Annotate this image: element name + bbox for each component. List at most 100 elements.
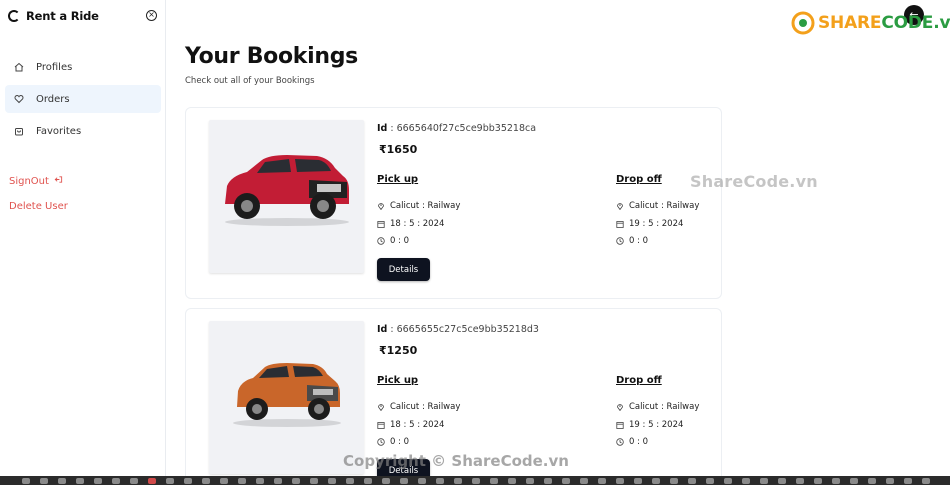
taskbar-dock: [0, 476, 950, 485]
dock-app-icon[interactable]: [760, 478, 768, 484]
sidebar-item-favorites[interactable]: Favorites: [5, 117, 161, 145]
page-title: Your Bookings: [185, 44, 358, 69]
booking-id: Id : 6665640f27c5ce9bb35218ca: [377, 123, 537, 134]
dock-app-icon[interactable]: [94, 478, 102, 484]
dock-app-icon[interactable]: [76, 478, 84, 484]
dock-app-icon[interactable]: [868, 478, 876, 484]
dock-app-icon[interactable]: [796, 478, 804, 484]
pickup-time-text: 0 : 0: [390, 236, 410, 246]
sidebar-nav: Profiles Orders Favorites: [5, 53, 161, 149]
dropoff-date-text: 19 : 5 : 2024: [629, 420, 684, 430]
calendar-icon: [377, 220, 385, 228]
clock-icon: [377, 438, 385, 446]
dock-app-icon[interactable]: [346, 478, 354, 484]
booking-price: ₹1250: [379, 344, 417, 357]
location-pin-icon: [616, 403, 624, 411]
dock-app-icon[interactable]: [904, 478, 912, 484]
dock-app-icon[interactable]: [166, 478, 174, 484]
delete-user-link[interactable]: Delete User: [9, 201, 68, 212]
signout-label: SignOut: [9, 175, 49, 187]
dock-app-icon[interactable]: [148, 478, 156, 484]
dock-app-icon[interactable]: [40, 478, 48, 484]
dock-app-icon[interactable]: [238, 478, 246, 484]
watermark-center: ShareCode.vn: [690, 172, 818, 191]
sidebar-item-orders[interactable]: Orders: [5, 85, 161, 113]
dock-app-icon[interactable]: [400, 478, 408, 484]
dock-app-icon[interactable]: [328, 478, 336, 484]
dock-app-icon[interactable]: [778, 478, 786, 484]
sidebar-item-profiles[interactable]: Profiles: [5, 53, 161, 81]
dock-app-icon[interactable]: [22, 478, 30, 484]
dock-app-icon[interactable]: [922, 478, 930, 484]
dock-app-icon[interactable]: [454, 478, 462, 484]
dock-app-icon[interactable]: [886, 478, 894, 484]
dock-app-icon[interactable]: [670, 478, 678, 484]
sidebar: Rent a Ride × Profiles Orders Favorites …: [0, 0, 166, 485]
dock-app-icon[interactable]: [508, 478, 516, 484]
dock-app-icon[interactable]: [706, 478, 714, 484]
dock-app-icon[interactable]: [616, 478, 624, 484]
signout-link[interactable]: SignOut: [9, 175, 63, 187]
calendar-icon: [377, 421, 385, 429]
dock-app-icon[interactable]: [652, 478, 660, 484]
dock-app-icon[interactable]: [544, 478, 552, 484]
id-value: 6665640f27c5ce9bb35218ca: [396, 123, 537, 134]
dock-app-icon[interactable]: [292, 478, 300, 484]
sidebar-item-label: Orders: [36, 93, 70, 105]
pickup-time: 0 : 0: [377, 236, 409, 246]
pickup-heading: Pick up: [377, 174, 419, 185]
main-content: Your Bookings Check out all of your Book…: [166, 0, 950, 485]
pickup-date-text: 18 : 5 : 2024: [390, 420, 445, 430]
dock-app-icon[interactable]: [382, 478, 390, 484]
dock-app-icon[interactable]: [310, 478, 318, 484]
pickup-location-text: Calicut : Railway: [390, 201, 461, 211]
dropoff-time: 0 : 0: [616, 437, 648, 447]
dock-app-icon[interactable]: [256, 478, 264, 484]
sharecode-logo-icon: [791, 11, 815, 35]
dock-app-icon[interactable]: [724, 478, 732, 484]
currency-symbol: ₹: [379, 143, 387, 156]
dock-app-icon[interactable]: [184, 478, 192, 484]
dock-app-icon[interactable]: [688, 478, 696, 484]
dock-app-icon[interactable]: [418, 478, 426, 484]
dock-app-icon[interactable]: [274, 478, 282, 484]
dock-app-icon[interactable]: [220, 478, 228, 484]
dock-app-icon[interactable]: [814, 478, 822, 484]
dock-app-icon[interactable]: [850, 478, 858, 484]
dock-app-icon[interactable]: [598, 478, 606, 484]
heart-icon: [14, 94, 24, 104]
dock-app-icon[interactable]: [526, 478, 534, 484]
dock-app-icon[interactable]: [364, 478, 372, 484]
pickup-location-text: Calicut : Railway: [390, 402, 461, 412]
dock-app-icon[interactable]: [634, 478, 642, 484]
details-button[interactable]: Details: [377, 258, 430, 281]
clock-icon: [616, 237, 624, 245]
dropoff-time-text: 0 : 0: [629, 236, 649, 246]
dock-app-icon[interactable]: [580, 478, 588, 484]
dock-app-icon[interactable]: [562, 478, 570, 484]
brand-logo-icon: [8, 10, 20, 22]
dock-app-icon[interactable]: [58, 478, 66, 484]
brand-name: Rent a Ride: [26, 9, 99, 23]
dock-app-icon[interactable]: [742, 478, 750, 484]
dock-app-icon[interactable]: [112, 478, 120, 484]
dropoff-location: Calicut : Railway: [616, 201, 699, 211]
close-sidebar-icon[interactable]: ×: [146, 10, 157, 21]
sidebar-item-label: Profiles: [36, 61, 73, 73]
dock-app-icon[interactable]: [472, 478, 480, 484]
dropoff-location-text: Calicut : Railway: [629, 201, 700, 211]
dropoff-time: 0 : 0: [616, 236, 648, 246]
id-label: Id: [377, 324, 388, 335]
dropoff-location: Calicut : Railway: [616, 402, 699, 412]
location-pin-icon: [377, 403, 385, 411]
dock-app-icon[interactable]: [202, 478, 210, 484]
dock-app-icon[interactable]: [490, 478, 498, 484]
pickup-date-text: 18 : 5 : 2024: [390, 219, 445, 229]
sharecode-watermark-logo: SHARECODE.vn: [791, 11, 950, 35]
brand[interactable]: Rent a Ride: [8, 9, 99, 23]
dock-app-icon[interactable]: [832, 478, 840, 484]
location-pin-icon: [377, 202, 385, 210]
dock-app-icon[interactable]: [436, 478, 444, 484]
dock-app-icon[interactable]: [130, 478, 138, 484]
pickup-location: Calicut : Railway: [377, 402, 460, 412]
